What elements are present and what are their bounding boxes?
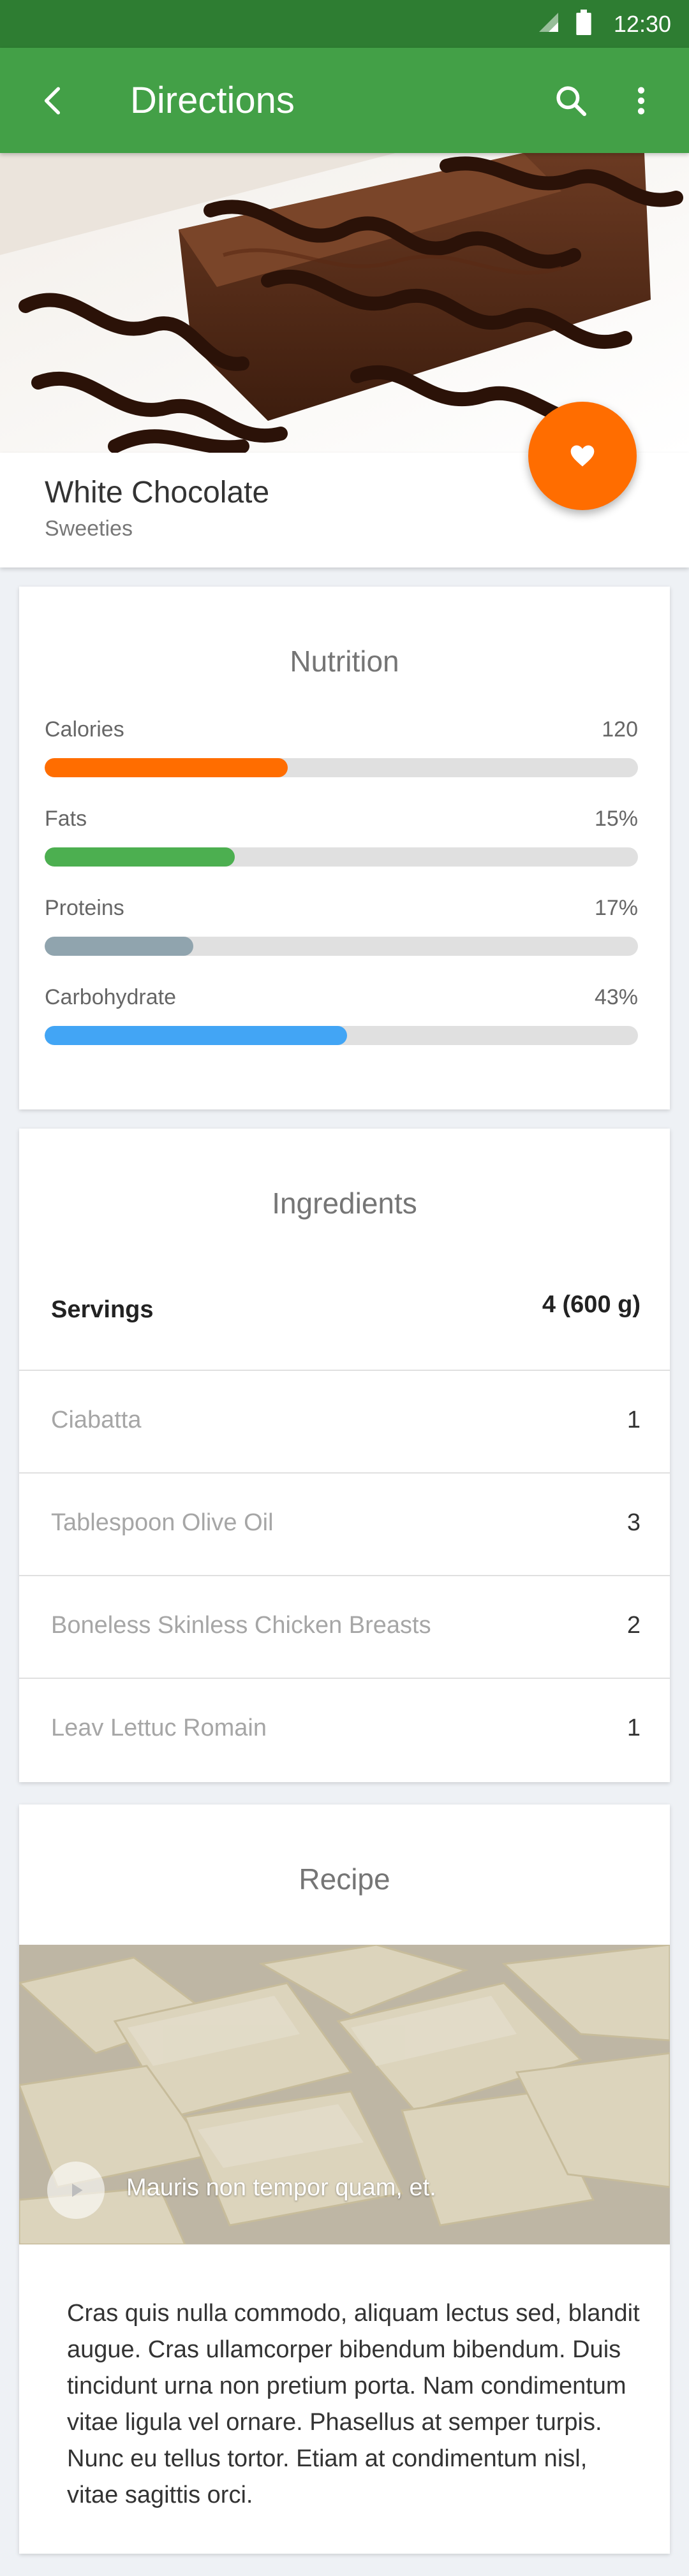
play-button[interactable] xyxy=(47,2162,105,2219)
video-caption: Mauris non tempor quam, et. xyxy=(126,2174,436,2201)
nutrition-title: Nutrition xyxy=(290,645,399,678)
recipe-text: Cras quis nulla commodo, aliquam lectus … xyxy=(67,2300,640,2508)
ingredient-qty: 2 xyxy=(626,1612,641,1639)
nutrition-label: Proteins xyxy=(45,896,124,920)
ingredient-row[interactable]: Tablespoon Olive Oil 3 xyxy=(19,1474,670,1576)
favorite-button[interactable] xyxy=(528,402,637,510)
servings-row: Servings 4 (600 g) xyxy=(19,1272,670,1371)
ingredient-qty: 1 xyxy=(626,1715,641,1741)
ingredient-name: Leav Lettuc Romain xyxy=(51,1715,267,1741)
ingredient-qty: 1 xyxy=(626,1407,641,1433)
progress-track xyxy=(45,847,638,867)
ingredient-row[interactable]: Leav Lettuc Romain 1 xyxy=(19,1679,670,1782)
status-bar: 12:30 xyxy=(0,0,689,48)
app-bar: Directions xyxy=(0,48,689,153)
ingredient-row[interactable]: Boneless Skinless Chicken Breasts 2 xyxy=(19,1576,670,1679)
ingredient-qty: 3 xyxy=(626,1509,641,1536)
progress-fill xyxy=(45,847,235,867)
arrow-back-icon xyxy=(44,87,61,114)
search-button[interactable] xyxy=(536,48,606,153)
nutrition-value: 120 xyxy=(602,717,638,742)
nutrition-label: Fats xyxy=(45,807,87,831)
page-title: Directions xyxy=(130,80,295,121)
ingredient-name: Tablespoon Olive Oil xyxy=(51,1509,274,1536)
more-vert-icon xyxy=(637,87,645,114)
nutrition-value: 15% xyxy=(594,807,638,831)
play-icon xyxy=(72,2183,83,2197)
ingredient-row[interactable]: Ciabatta 1 xyxy=(19,1371,670,1474)
servings-label: Servings xyxy=(51,1296,154,1323)
search-icon xyxy=(556,85,587,116)
nutrition-value: 17% xyxy=(594,896,638,920)
nutrition-row-carbohydrate: Carbohydrate 43% xyxy=(45,985,638,1045)
dish-category: Sweeties xyxy=(45,516,133,541)
recipe-video[interactable]: Mauris non tempor quam, et. xyxy=(19,1945,670,2244)
progress-fill xyxy=(45,758,288,777)
dish-title: White Chocolate xyxy=(45,476,270,509)
nutrition-row-fats: Fats 15% xyxy=(45,807,638,867)
recipe-title: Recipe xyxy=(299,1862,390,1896)
recipe-card: Recipe Mauris non tempor quam, et. Cras … xyxy=(19,1804,670,2554)
signal-icon xyxy=(537,11,560,37)
battery-icon xyxy=(574,10,593,38)
more-options-button[interactable] xyxy=(606,48,676,153)
ingredient-name: Boneless Skinless Chicken Breasts xyxy=(51,1612,431,1639)
progress-fill xyxy=(45,937,193,956)
nutrition-card: Nutrition Calories 120 Fats 15% Proteins… xyxy=(19,587,670,1109)
progress-track xyxy=(45,1026,638,1045)
status-time: 12:30 xyxy=(613,10,671,37)
nutrition-row-proteins: Proteins 17% xyxy=(45,896,638,956)
progress-fill xyxy=(45,1026,348,1045)
nutrition-row-calories: Calories 120 xyxy=(45,717,638,777)
nutrition-label: Carbohydrate xyxy=(45,985,177,1009)
nutrition-label: Calories xyxy=(45,717,124,742)
heart-icon xyxy=(570,445,595,467)
ingredient-name: Ciabatta xyxy=(51,1407,142,1433)
progress-track xyxy=(45,758,638,777)
servings-value: 4 (600 g) xyxy=(542,1291,641,1318)
back-button[interactable] xyxy=(18,48,88,153)
ingredients-title: Ingredients xyxy=(272,1187,417,1220)
nutrition-value: 43% xyxy=(594,985,638,1009)
ingredients-card: Ingredients Servings 4 (600 g) Ciabatta … xyxy=(19,1129,670,1782)
progress-track xyxy=(45,937,638,956)
